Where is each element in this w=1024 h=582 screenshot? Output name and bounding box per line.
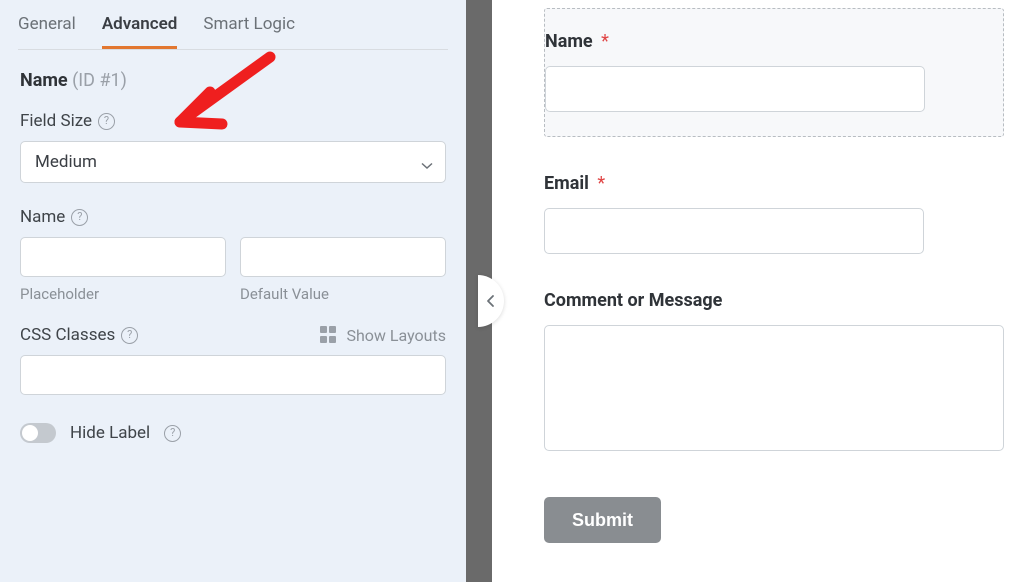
name-section-label-row: Name ? xyxy=(20,207,446,227)
name-two-col: Placeholder Default Value xyxy=(20,237,446,303)
tab-smart-logic[interactable]: Smart Logic xyxy=(203,0,295,49)
hide-label-row: Hide Label ? xyxy=(20,423,446,443)
placeholder-input[interactable] xyxy=(20,237,226,277)
preview-name-input[interactable] xyxy=(545,66,925,112)
preview-comment-field: Comment or Message xyxy=(544,290,1004,455)
field-name-strong: Name xyxy=(20,70,68,91)
preview-comment-label: Comment or Message xyxy=(544,290,722,311)
toggle-knob xyxy=(22,425,38,441)
hide-label-text: Hide Label xyxy=(70,423,150,443)
panel-body: Name (ID #1) Field Size ? Medium Name ? … xyxy=(0,50,466,463)
name-section-label: Name xyxy=(20,207,65,227)
help-icon[interactable]: ? xyxy=(71,209,88,226)
placeholder-sub: Placeholder xyxy=(20,285,226,303)
chevron-left-icon xyxy=(486,294,496,308)
tab-general[interactable]: General xyxy=(18,0,76,49)
show-layouts-button[interactable]: Show Layouts xyxy=(320,326,446,345)
tab-advanced[interactable]: Advanced xyxy=(102,0,178,49)
preview-email-label: Email xyxy=(544,173,589,194)
css-section: CSS Classes ? Show Layouts xyxy=(20,325,446,395)
preview-name-field[interactable]: Name * xyxy=(544,8,1004,137)
css-classes-input[interactable] xyxy=(20,355,446,395)
field-size-select[interactable]: Medium xyxy=(20,141,446,183)
required-marker: * xyxy=(601,31,609,52)
settings-panel: General Advanced Smart Logic Name (ID #1… xyxy=(0,0,466,582)
show-layouts-label: Show Layouts xyxy=(346,326,446,345)
field-title: Name (ID #1) xyxy=(20,70,446,91)
submit-button[interactable]: Submit xyxy=(544,497,661,543)
help-icon[interactable]: ? xyxy=(98,113,115,130)
css-label: CSS Classes xyxy=(20,325,115,345)
field-size-label-row: Field Size ? xyxy=(20,111,446,131)
preview-name-label: Name xyxy=(545,31,593,52)
preview-email-field: Email * xyxy=(544,173,1004,254)
hide-label-toggle[interactable] xyxy=(20,423,56,443)
field-id: (ID #1) xyxy=(72,70,127,91)
grid-icon xyxy=(320,326,338,344)
field-size-label: Field Size xyxy=(20,111,92,131)
chevron-down-icon xyxy=(421,157,431,167)
preview-comment-input[interactable] xyxy=(544,325,1004,451)
divider-bar xyxy=(466,0,492,582)
help-icon[interactable]: ? xyxy=(164,425,181,442)
field-size-value: Medium xyxy=(35,152,97,172)
form-preview: Name * Email * Comment or Message Submit xyxy=(492,0,1024,582)
default-value-input[interactable] xyxy=(240,237,446,277)
default-sub: Default Value xyxy=(240,285,446,303)
preview-email-input[interactable] xyxy=(544,208,924,254)
help-icon[interactable]: ? xyxy=(121,327,138,344)
tabs: General Advanced Smart Logic xyxy=(18,0,448,50)
required-marker: * xyxy=(597,173,605,194)
